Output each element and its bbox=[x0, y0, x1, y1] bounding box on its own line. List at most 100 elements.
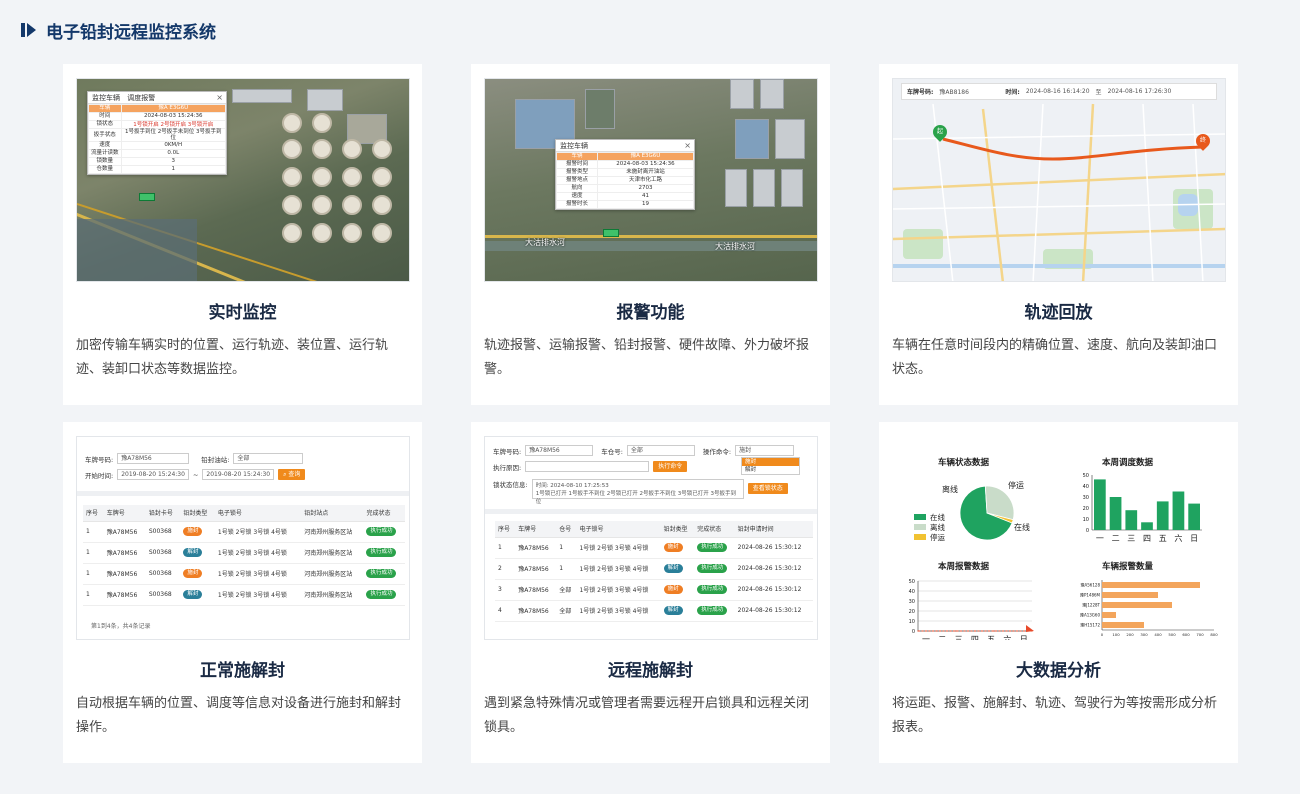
oil-tank bbox=[282, 195, 302, 215]
plate-input[interactable]: 豫A78M56 bbox=[525, 445, 594, 456]
view-lock-status-button[interactable]: 查看锁状态 bbox=[747, 483, 788, 494]
x-tick-label: 四 bbox=[1143, 534, 1151, 543]
vehicle-marker-icon[interactable] bbox=[603, 229, 619, 237]
table-cell: 1号锁 2号锁 3号锁 4号锁 bbox=[217, 529, 287, 536]
page-title: 电子铅封远程监控系统 bbox=[46, 22, 216, 43]
x-tick-label: 500 bbox=[1168, 632, 1176, 637]
y-tick-label: 10 bbox=[909, 619, 915, 625]
table-cell: S00368 bbox=[148, 570, 172, 577]
data-point bbox=[993, 630, 995, 632]
plate-input[interactable]: 豫A78M56 bbox=[117, 453, 190, 464]
x-tick-label: 五 bbox=[987, 635, 995, 640]
table-cell: 1号锁 2号锁 3号锁 4号锁 bbox=[579, 545, 649, 552]
x-tick-label: 六 bbox=[1003, 634, 1011, 640]
card-title: 大数据分析 bbox=[1016, 661, 1101, 681]
table-cell: 1 bbox=[86, 570, 90, 577]
table-cell: 1 bbox=[86, 591, 90, 598]
vehicle-info-popup: 监控车辆 调度报警 × 车辆 豫A E3G6U 时间 2024-08-03 15:2… bbox=[87, 91, 227, 175]
column-header: 车牌号 bbox=[515, 521, 557, 538]
table-cell: 1号锁 2号锁 3号锁 4号锁 bbox=[217, 592, 287, 599]
x-tick-label: 600 bbox=[1182, 632, 1190, 637]
bin-select[interactable]: 全部 bbox=[626, 445, 695, 456]
seal-type-tag: 施封 bbox=[663, 543, 683, 552]
table-cell: 3 bbox=[498, 586, 502, 593]
close-icon[interactable]: × bbox=[684, 140, 691, 152]
execute-command-button[interactable]: 执行命令 bbox=[653, 461, 688, 472]
vehicle-marker-icon[interactable] bbox=[139, 193, 155, 201]
legend-label: 在线 bbox=[930, 512, 945, 522]
seal-type-tag: 解封 bbox=[183, 590, 203, 599]
table-cell: S00368 bbox=[148, 591, 172, 598]
table-cell: 1号锁 2号锁 3号锁 4号锁 bbox=[579, 566, 649, 573]
lock-status-box: 时间: 2024-08-10 17:25:53 1号锁已打开 1号扳手不到位 2… bbox=[531, 479, 744, 505]
y-tick-label: 豫H15172 bbox=[1080, 622, 1100, 628]
y-tick-label: 0 bbox=[1086, 528, 1089, 534]
oil-tank bbox=[312, 195, 332, 215]
table-cell: 豫A78M56 bbox=[518, 608, 549, 615]
x-tick-label: 800 bbox=[1210, 632, 1218, 637]
vehicle-info-table: 车辆 豫A E3G6U 时间 2024-08-03 15:24:36 锁状态 1号锁开… bbox=[88, 104, 227, 174]
query-button[interactable]: ⌕ 查询 bbox=[278, 469, 306, 480]
y-tick-label: 40 bbox=[909, 589, 915, 595]
feature-card-realtime-monitor: 监控车辆 调度报警 × 车辆 豫A E3G6U 时间 2024-08-03 15:2… bbox=[63, 64, 422, 405]
bar bbox=[1156, 501, 1169, 530]
y-tick-label: 豫A56128 bbox=[1081, 582, 1101, 588]
remote-seal-screenshot: 车牌号码: 豫A78M56 车仓号: 全部 操作命令: 施封 施封 解封 执行原… bbox=[484, 436, 818, 640]
column-header: 仓号 bbox=[556, 521, 577, 538]
table-footer: 第1到4条，共4条记录 bbox=[91, 623, 151, 630]
table-cell: 1 bbox=[559, 565, 564, 572]
play-marker-icon bbox=[20, 21, 38, 39]
end-time-input[interactable]: 2019-08-20 15:24:30 bbox=[202, 469, 275, 480]
oil-tank bbox=[372, 139, 392, 159]
y-tick-label: 30 bbox=[1083, 495, 1089, 501]
x-tick-label: 400 bbox=[1154, 632, 1162, 637]
table-cell: 1号锁 2号锁 3号锁 4号锁 bbox=[217, 550, 287, 557]
x-tick-label: 300 bbox=[1140, 632, 1148, 637]
track-line bbox=[942, 137, 1204, 161]
alarm-info-table: 车辆 豫A E3G6U 报警时间 2024-08-03 15:24:36 报警类型未… bbox=[556, 152, 695, 209]
start-pin-icon[interactable]: 起 bbox=[930, 122, 950, 142]
y-tick-label: 20 bbox=[1083, 506, 1089, 512]
table-cell: 1 bbox=[86, 549, 90, 556]
time-from-input[interactable]: 2024-08-16 16:14:20 bbox=[1026, 88, 1090, 95]
command-option[interactable]: 施封 bbox=[742, 458, 799, 466]
data-point bbox=[917, 630, 919, 632]
column-header: 铅封类型 bbox=[660, 521, 695, 538]
status-tag: 执行成功 bbox=[366, 590, 397, 599]
table-cell: 1 bbox=[86, 528, 90, 535]
seal-type-tag: 施封 bbox=[183, 569, 203, 578]
oil-tank bbox=[282, 113, 302, 133]
x-tick-label: 100 bbox=[1112, 632, 1120, 637]
city-map: 起 终 bbox=[893, 79, 1225, 281]
status-tag: 执行成功 bbox=[697, 543, 728, 552]
alarm-screenshot: 大沽排水河 大沽排水河 监控车辆 × 车辆 豫A E3G6U 报警时间 2024-0… bbox=[484, 78, 818, 282]
close-icon[interactable]: × bbox=[216, 92, 223, 104]
bar bbox=[1141, 522, 1153, 530]
station-select[interactable]: 全部 bbox=[233, 453, 304, 464]
x-tick-label: 700 bbox=[1196, 632, 1204, 637]
x-tick-label: 五 bbox=[1159, 534, 1167, 543]
legend-label: 离线 bbox=[930, 522, 945, 532]
table-cell: 4 bbox=[498, 607, 502, 614]
table-cell: 豫A78M56 bbox=[106, 571, 138, 578]
seal-type-tag: 解封 bbox=[183, 548, 203, 557]
column-header: 铅封申请时间 bbox=[734, 521, 813, 538]
end-pin-icon[interactable]: 终 bbox=[1193, 131, 1213, 151]
table-cell: 河南郑州服务区站 bbox=[304, 592, 353, 599]
command-select[interactable]: 施封 bbox=[735, 445, 795, 456]
x-tick-label: 0 bbox=[1101, 632, 1104, 637]
plate-input[interactable]: 豫AB8186 bbox=[939, 87, 999, 96]
bar bbox=[1125, 510, 1138, 530]
legend-swatch bbox=[914, 534, 926, 540]
time-to-input[interactable]: 2024-08-16 17:26:30 bbox=[1108, 88, 1172, 95]
card-title: 报警功能 bbox=[616, 303, 685, 323]
seal-type-tag: 解封 bbox=[663, 606, 683, 615]
y-tick-label: 50 bbox=[909, 579, 915, 585]
start-time-input[interactable]: 2019-08-20 15:24:30 bbox=[117, 469, 189, 480]
command-option[interactable]: 解封 bbox=[742, 466, 799, 474]
oil-tank bbox=[342, 195, 362, 215]
oil-tank bbox=[342, 139, 362, 159]
y-tick-label: 30 bbox=[909, 599, 915, 605]
reason-input[interactable] bbox=[525, 461, 650, 472]
popup-tab[interactable]: 调度报警 bbox=[127, 94, 155, 102]
